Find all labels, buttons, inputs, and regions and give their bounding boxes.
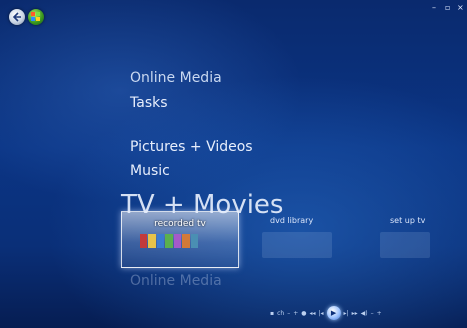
volume-up-icon[interactable]: + bbox=[293, 310, 298, 317]
volume-minus-icon[interactable]: – bbox=[371, 310, 374, 317]
menu-item-music[interactable]: Music bbox=[130, 163, 170, 179]
play-icon: ▶ bbox=[330, 309, 337, 317]
mute-icon[interactable]: ◀) bbox=[361, 310, 368, 317]
minimize-icon[interactable]: – bbox=[432, 3, 436, 12]
transport-controls: ▪ ch – + ● ◂◂ |◂ ▶ ▸| ▸▸ ◀) – + bbox=[270, 306, 382, 320]
dvd-library-tile[interactable]: dvd library bbox=[270, 216, 313, 225]
menu-item-online-media[interactable]: Online Media bbox=[130, 70, 222, 86]
skip-forward-icon[interactable]: ▸| bbox=[344, 310, 349, 317]
record-icon[interactable]: ● bbox=[301, 310, 306, 317]
recorded-tv-label: recorded tv bbox=[154, 219, 206, 229]
back-arrow-icon bbox=[12, 12, 21, 22]
start-button[interactable] bbox=[28, 9, 44, 25]
channel-up-icon[interactable]: ch bbox=[277, 310, 284, 317]
volume-down-icon[interactable]: – bbox=[287, 310, 290, 317]
rewind-icon[interactable]: ◂◂ bbox=[309, 310, 315, 317]
menu-item-online-media-next[interactable]: Online Media bbox=[130, 273, 222, 289]
menu-item-tv-movies[interactable]: TV + Movies bbox=[121, 190, 283, 220]
restore-icon[interactable]: ▫ bbox=[445, 3, 450, 12]
media-center-screen: – ▫ × Online Media Tasks Pictures + Vide… bbox=[0, 0, 467, 328]
play-button[interactable]: ▶ bbox=[326, 306, 341, 320]
recorded-tv-thumbnails bbox=[140, 234, 198, 248]
back-button[interactable] bbox=[9, 9, 25, 25]
close-icon[interactable]: × bbox=[457, 3, 464, 12]
stop-icon[interactable]: ▪ bbox=[270, 310, 274, 317]
menu-item-tasks[interactable]: Tasks bbox=[130, 95, 168, 111]
dvd-library-thumbnail bbox=[262, 232, 332, 258]
set-up-tv-tile[interactable]: set up tv bbox=[390, 216, 425, 225]
menu-item-pictures-videos[interactable]: Pictures + Videos bbox=[130, 139, 253, 155]
set-up-tv-thumbnail bbox=[380, 232, 430, 258]
volume-plus-icon[interactable]: + bbox=[377, 310, 382, 317]
skip-back-icon[interactable]: |◂ bbox=[319, 310, 324, 317]
fast-forward-icon[interactable]: ▸▸ bbox=[352, 310, 358, 317]
